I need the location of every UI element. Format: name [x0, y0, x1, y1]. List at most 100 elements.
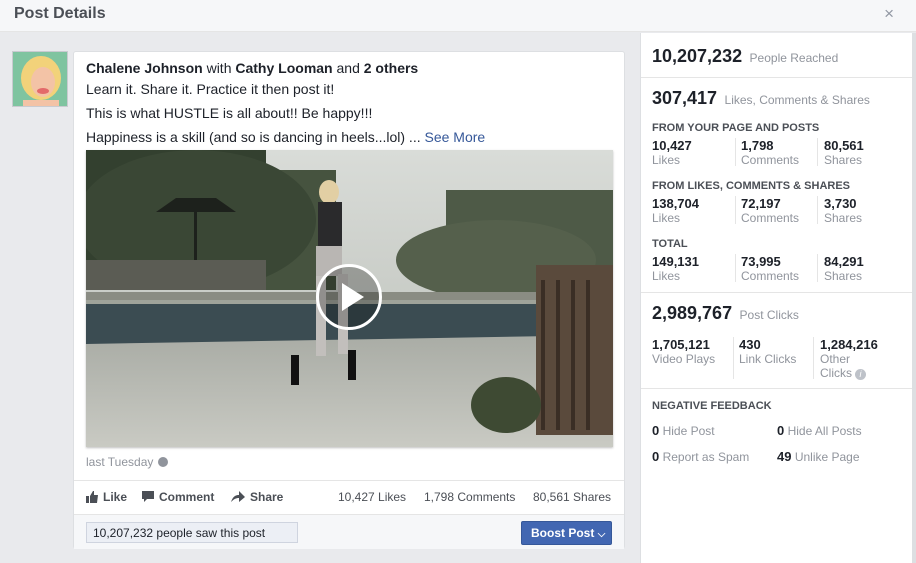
author-name[interactable]: Chalene Johnson: [86, 60, 203, 76]
author-avatar[interactable]: [12, 51, 68, 107]
boost-label: Boost Post: [531, 526, 595, 540]
stat-value: 1,284,216: [820, 337, 878, 352]
dialog-header: Post Details ×: [0, 0, 916, 32]
shares-count[interactable]: 80,561 Shares: [533, 490, 611, 504]
stat-cell: 72,197 Comments: [741, 196, 799, 225]
comment-button[interactable]: Comment: [142, 490, 214, 504]
divider: [735, 196, 736, 224]
stat-value: 73,995: [741, 254, 781, 269]
post-text-line-2: This is what HUSTLE is all about!! Be ha…: [86, 105, 373, 121]
stat-label-line-2: Clicks i: [820, 366, 878, 380]
divider: [817, 138, 818, 166]
stat-cell: 1,798 Comments: [741, 138, 799, 167]
likes-count[interactable]: 10,427 Likes: [338, 490, 406, 504]
share-button[interactable]: Share: [231, 490, 283, 504]
scrollbar[interactable]: [912, 33, 916, 563]
stat-label: Link Clicks: [739, 352, 797, 366]
stat-label: Other: [820, 352, 851, 366]
stat-label: Likes: [652, 269, 681, 283]
post-footer: 10,207,232 people saw this post Boost Po…: [74, 514, 624, 549]
post-clicks-value: 2,989,767: [652, 303, 733, 323]
stat-label: Shares: [824, 211, 863, 225]
divider: [641, 292, 913, 293]
negative-unlike-page: 49 Unlike Page: [777, 449, 860, 464]
negative-label: Unlike Page: [794, 450, 860, 464]
post-actions-bar: Like Comment Share 10,427 Likes 1,798 Co…: [74, 480, 624, 514]
stat-label: Video Plays: [652, 352, 716, 366]
stat-label: Likes: [652, 211, 681, 225]
close-icon[interactable]: ×: [884, 4, 894, 24]
people-reached-label: People Reached: [749, 51, 839, 65]
stat-cell: 1,705,121 Video Plays: [652, 337, 715, 366]
negative-hide-all: 0 Hide All Posts: [777, 423, 862, 438]
negative-value: 0: [777, 423, 785, 438]
reach-summary: 10,207,232 people saw this post: [86, 522, 298, 543]
others-link[interactable]: 2 others: [364, 60, 418, 76]
stat-cell: 10,427 Likes: [652, 138, 692, 167]
post-text-line-3-text: Happiness is a skill (and so is dancing …: [86, 129, 421, 145]
section-title-from-engagement: FROM LIKES, COMMENTS & SHARES: [652, 180, 851, 192]
stat-cell: 138,704 Likes: [652, 196, 699, 225]
negative-label: Report as Spam: [662, 450, 750, 464]
section-title-negative: NEGATIVE FEEDBACK: [652, 400, 772, 412]
divider: [817, 196, 818, 224]
stat-label: Likes: [652, 153, 681, 167]
post-card: Chalene Johnson with Cathy Looman and 2 …: [73, 51, 625, 549]
and-text: and: [336, 60, 360, 76]
post-header: Chalene Johnson with Cathy Looman and 2 …: [86, 60, 418, 76]
info-icon[interactable]: i: [855, 369, 866, 380]
post-clicks-label: Post Clicks: [739, 308, 799, 322]
negative-label: Hide Post: [662, 424, 715, 438]
video-player[interactable]: [86, 150, 613, 447]
stat-value: 1,705,121: [652, 337, 710, 352]
stat-label: Comments: [741, 153, 800, 167]
divider: [733, 337, 734, 379]
stat-cell: 1,284,216 Other Clicks i: [820, 337, 878, 380]
divider: [817, 254, 818, 282]
stat-label: Comments: [741, 269, 800, 283]
post-timestamp[interactable]: last Tuesday: [86, 455, 169, 469]
negative-report-spam: 0 Report as Spam: [652, 449, 749, 464]
divider: [735, 138, 736, 166]
divider: [735, 254, 736, 282]
stat-label: Shares: [824, 269, 863, 283]
play-button[interactable]: [316, 264, 382, 330]
negative-label: Hide All Posts: [787, 424, 862, 438]
thumbs-up-icon: [86, 491, 98, 503]
engagement-row: 307,417 Likes, Comments & Shares: [652, 88, 870, 109]
negative-hide-post: 0 Hide Post: [652, 423, 715, 438]
stat-value: 3,730: [824, 196, 857, 211]
stat-cell: 3,730 Shares: [824, 196, 862, 225]
negative-value: 0: [652, 449, 660, 464]
like-label: Like: [103, 490, 128, 504]
comment-label: Comment: [159, 490, 215, 504]
with-text: with: [206, 60, 232, 76]
stat-cell: 84,291 Shares: [824, 254, 864, 283]
boost-post-button[interactable]: Boost Post ⌵: [521, 521, 612, 545]
divider: [813, 337, 814, 379]
divider: [641, 388, 913, 389]
stat-cell: 73,995 Comments: [741, 254, 799, 283]
stat-cell: 430 Link Clicks: [739, 337, 796, 366]
stat-label: Comments: [741, 211, 800, 225]
stat-value: 80,561: [824, 138, 864, 153]
post-text-line-1: Learn it. Share it. Practice it then pos…: [86, 81, 335, 97]
share-arrow-icon: [231, 491, 245, 502]
divider: [641, 77, 913, 78]
insights-panel: 10,207,232 People Reached 307,417 Likes,…: [640, 33, 913, 563]
comment-icon: [142, 491, 154, 502]
like-button[interactable]: Like: [86, 490, 127, 504]
negative-value: 49: [777, 449, 792, 464]
stat-label: Shares: [824, 153, 863, 167]
stat-value: 138,704: [652, 196, 699, 211]
stat-cell: 149,131 Likes: [652, 254, 699, 283]
play-icon: [342, 283, 364, 311]
comments-count[interactable]: 1,798 Comments: [424, 490, 515, 504]
stat-value: 84,291: [824, 254, 864, 269]
share-label: Share: [250, 490, 284, 504]
chevron-down-icon: ⌵: [597, 529, 606, 540]
tagged-name[interactable]: Cathy Looman: [235, 60, 332, 76]
section-title-total: TOTAL: [652, 238, 688, 250]
see-more-link[interactable]: See More: [425, 129, 486, 145]
timestamp-text: last Tuesday: [86, 455, 154, 469]
